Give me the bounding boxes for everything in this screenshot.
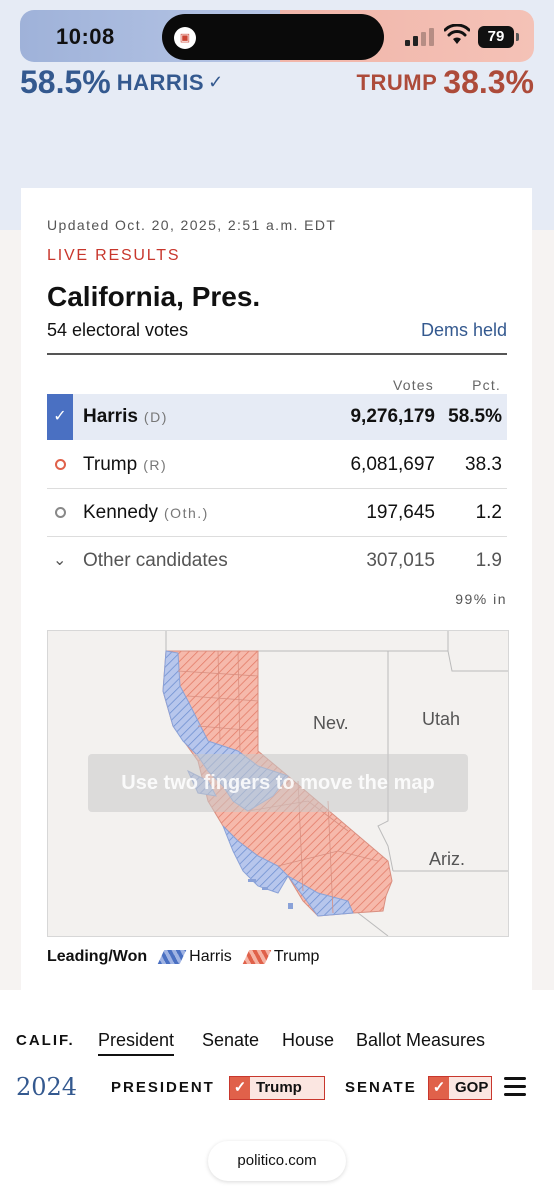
check-icon: ✓: [429, 1077, 449, 1099]
map-label-nevada: Nev.: [313, 713, 349, 733]
updated-timestamp: Updated Oct. 20, 2025, 2:51 a.m. EDT: [47, 217, 337, 233]
year-logo[interactable]: 2024: [16, 1073, 77, 1101]
browser-url-bar[interactable]: politico.com: [208, 1141, 346, 1181]
menu-icon[interactable]: [502, 1075, 528, 1099]
candidate-name: Harris (D): [83, 406, 168, 427]
trump-percent: 38.3%: [443, 64, 534, 100]
candidate-name: Kennedy (Oth.): [83, 502, 209, 523]
tab-house[interactable]: House: [282, 1030, 334, 1051]
candidate-pct: 1.2: [475, 502, 502, 523]
battery-icon: 79: [478, 26, 514, 48]
map-legend: Leading/Won Harris Trump: [47, 948, 319, 966]
wifi-icon: [444, 24, 470, 44]
senate-result[interactable]: ✓ GOP: [428, 1076, 492, 1100]
map-label-arizona: Ariz.: [429, 849, 465, 869]
nav-state-label: CALIF.: [16, 1032, 75, 1049]
map-gesture-hint: Use two fingers to move the map: [88, 754, 468, 812]
race-status: Dems held: [420, 320, 507, 340]
trump-swatch-icon: [242, 949, 272, 964]
check-icon: ✓: [47, 394, 73, 440]
tab-senate[interactable]: Senate: [202, 1030, 259, 1051]
harris-swatch-icon: [157, 949, 187, 964]
candidate-votes: 307,015: [366, 550, 435, 571]
party-tag: (R): [143, 457, 168, 473]
electoral-votes: 54 electoral votes: [47, 320, 189, 340]
legend-trump: Trump: [273, 948, 320, 965]
row-divider: [47, 536, 507, 537]
status-time: 10:08: [56, 24, 115, 49]
cellular-signal-icon: [405, 28, 437, 46]
harris-score: 58.5% HARRIS ✓: [20, 64, 223, 101]
candidate-row-kennedy: Kennedy (Oth.) 197,645 1.2: [47, 490, 507, 536]
candidate-votes: 197,645: [366, 502, 435, 523]
candidate-row-trump: Trump (R) 6,081,697 38.3: [47, 442, 507, 488]
legend-harris: Harris: [189, 948, 232, 965]
row-divider: [47, 488, 507, 489]
map-label-utah: Utah: [422, 709, 461, 729]
live-results-label: LIVE RESULTS: [47, 247, 181, 264]
harris-name: HARRIS: [116, 69, 205, 95]
president-result[interactable]: ✓ Trump: [229, 1076, 325, 1100]
chevron-down-icon: ⌄: [53, 552, 67, 569]
candidate-name: Other candidates: [83, 550, 228, 571]
harris-percent: 58.5%: [20, 64, 111, 100]
battery-tip: [516, 33, 519, 41]
results-card: Updated Oct. 20, 2025, 2:51 a.m. EDT LIV…: [21, 188, 532, 996]
tab-president[interactable]: President: [98, 1030, 175, 1056]
candidate-name: Trump (R): [83, 454, 168, 475]
candidate-pct: 58.5%: [448, 406, 502, 427]
race-title: California, Pres.: [47, 281, 261, 312]
candidate-row-harris: ✓ Harris (D) 9,276,179 58.5%: [47, 394, 507, 440]
reporting-percent: 99% in: [455, 591, 507, 607]
candidate-pct: 1.9: [475, 550, 502, 571]
senate-label: SENATE: [345, 1079, 417, 1096]
other-candidates-row[interactable]: ⌄ Other candidates 307,015 1.9: [47, 538, 507, 584]
candidate-votes: 6,081,697: [350, 454, 435, 475]
other-dot-icon: [55, 507, 66, 518]
results-ticker: 2024 PRESIDENT ✓ Trump SENATE ✓ GOP: [16, 1073, 546, 1103]
tab-ballot-measures[interactable]: Ballot Measures: [356, 1030, 485, 1051]
candidate-pct: 38.3: [465, 454, 502, 475]
party-tag: (Oth.): [164, 505, 209, 521]
pct-column-header: Pct.: [472, 377, 501, 393]
winner-check-icon: ✓: [208, 72, 224, 92]
gop-dot-icon: [55, 459, 66, 470]
candidate-votes: 9,276,179: [350, 406, 435, 427]
party-tag: (D): [143, 409, 168, 425]
trump-name: TRUMP: [356, 69, 438, 95]
check-icon: ✓: [230, 1077, 250, 1099]
legend-label: Leading/Won: [47, 948, 148, 965]
race-nav: CALIF. President Senate House Ballot Mea…: [16, 1030, 546, 1060]
app-activity-icon: ▣: [174, 27, 196, 49]
divider: [47, 353, 507, 355]
trump-score: TRUMP 38.3%: [357, 64, 534, 101]
county-map[interactable]: Nev. Utah Ariz. Use two fingers to move …: [47, 630, 509, 937]
president-label: PRESIDENT: [111, 1079, 215, 1096]
votes-column-header: Votes: [392, 377, 434, 393]
